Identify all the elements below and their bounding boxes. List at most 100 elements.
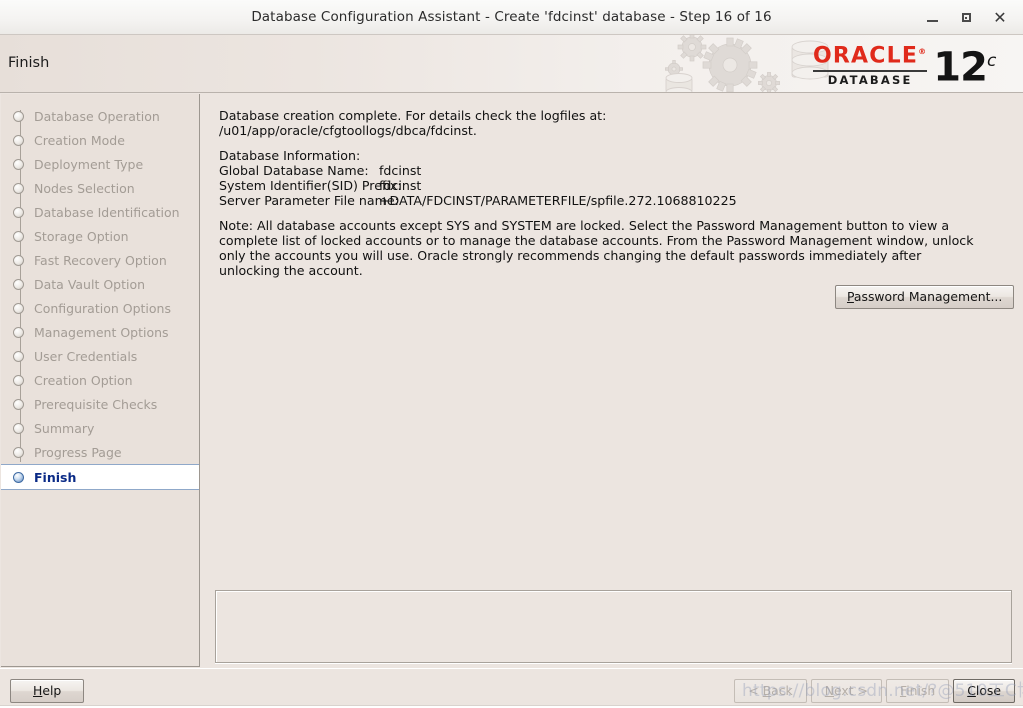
sidebar-step-progress-page[interactable]: Progress Page xyxy=(1,440,199,464)
step-dot-icon xyxy=(13,206,24,218)
step-dot-icon xyxy=(13,158,24,170)
finish-button: Finish xyxy=(885,679,950,703)
step-label: Summary xyxy=(34,420,95,436)
step-dot-icon xyxy=(13,471,24,483)
step-dot-icon xyxy=(13,254,24,266)
close-button[interactable]: ✕ xyxy=(983,3,1017,33)
step-dot-icon xyxy=(13,278,24,290)
back-prefix: < xyxy=(748,683,763,698)
step-label: Creation Mode xyxy=(34,132,125,148)
step-dot-icon xyxy=(13,110,24,122)
step-dot-icon xyxy=(13,326,24,338)
oracle-logo: ORACLE® DATABASE 12c xyxy=(813,41,1013,87)
step-label: Data Vault Option xyxy=(34,276,146,292)
window-title: Database Configuration Assistant - Creat… xyxy=(251,9,772,25)
password-management-button-wrapper: Password Management... xyxy=(835,285,1015,309)
password-management-button[interactable]: Password Management... xyxy=(835,285,1015,309)
step-dot-icon xyxy=(13,350,24,362)
info-label: Global Database Name: xyxy=(219,163,369,178)
step-label: Deployment Type xyxy=(34,156,144,172)
step-dot-icon xyxy=(13,374,24,386)
next-label: ext > xyxy=(834,683,868,698)
info-value: +DATA/FDCINST/PARAMETERFILE/spfile.272.1… xyxy=(379,193,737,208)
database-text: DATABASE xyxy=(827,72,913,87)
sidebar-step-management-options[interactable]: Management Options xyxy=(1,320,199,344)
password-note-paragraph: Note: All database accounts except SYS a… xyxy=(219,218,974,278)
step-label: Database Identification xyxy=(34,204,180,220)
step-dot-icon xyxy=(13,302,24,314)
main-content: Database creation complete. For details … xyxy=(207,94,1023,667)
step-label: Nodes Selection xyxy=(34,180,135,196)
sidebar-step-deployment-type[interactable]: Deployment Type xyxy=(1,152,199,176)
step-label: Storage Option xyxy=(34,228,129,244)
window-titlebar: Database Configuration Assistant - Creat… xyxy=(0,0,1023,35)
trademark-icon: ® xyxy=(918,47,928,57)
finish-label: inish xyxy=(906,683,936,698)
completion-line-2: /u01/app/oracle/cfgtoollogs/dbca/fdcinst… xyxy=(219,123,477,138)
back-button: < Back xyxy=(734,679,807,703)
step-label: Management Options xyxy=(34,324,169,340)
info-label: Server Parameter File name: xyxy=(219,193,399,208)
page-header: Finish ORACLE® DATABASE 12c xyxy=(0,35,1023,93)
info-row-sid-prefix: System Identifier(SID) Prefix:fdcinst xyxy=(219,178,1009,193)
maximize-button[interactable] xyxy=(949,3,983,33)
sidebar-step-finish[interactable]: Finish xyxy=(1,464,199,490)
step-dot-icon xyxy=(13,446,24,458)
sidebar-step-database-operation[interactable]: Database Operation xyxy=(1,104,199,128)
step-dot-icon xyxy=(13,398,24,410)
dbca-window: Database Configuration Assistant - Creat… xyxy=(0,0,1023,708)
next-mnemonic: N xyxy=(824,683,835,698)
version-badge: 12c xyxy=(933,44,997,91)
step-label: User Credentials xyxy=(34,348,138,364)
sidebar-step-creation-option[interactable]: Creation Option xyxy=(1,368,199,392)
password-management-label: assword Management... xyxy=(853,289,1003,304)
sidebar-step-configuration-options[interactable]: Configuration Options xyxy=(1,296,199,320)
back-label: ack xyxy=(771,683,793,698)
step-label: Progress Page xyxy=(34,444,122,460)
info-value: fdcinst xyxy=(379,163,422,178)
step-label: Finish xyxy=(34,469,77,485)
finish-message-block: Database creation complete. For details … xyxy=(219,108,1009,288)
sidebar-step-nodes-selection[interactable]: Nodes Selection xyxy=(1,176,199,200)
step-dot-icon xyxy=(13,422,24,434)
sidebar-step-user-credentials[interactable]: User Credentials xyxy=(1,344,199,368)
sidebar-step-storage-option[interactable]: Storage Option xyxy=(1,224,199,248)
step-label: Configuration Options xyxy=(34,300,171,316)
step-dot-icon xyxy=(13,230,24,242)
oracle-brand: ORACLE® DATABASE 12c xyxy=(658,35,1023,92)
minimize-button[interactable] xyxy=(915,3,949,33)
help-button-wrapper: Help xyxy=(10,679,85,703)
database-information-block: Database Information: Global Database Na… xyxy=(219,148,1009,208)
logo-divider xyxy=(813,69,928,72)
step-dot-icon xyxy=(13,134,24,146)
info-value: fdcinst xyxy=(379,178,422,193)
oracle-wordmark: ORACLE® DATABASE xyxy=(813,41,928,87)
sidebar-step-creation-mode[interactable]: Creation Mode xyxy=(1,128,199,152)
sidebar-step-fast-recovery-option[interactable]: Fast Recovery Option xyxy=(1,248,199,272)
wizard-navigation-buttons: < Back Next > Finish Close xyxy=(734,679,1015,703)
step-dot-icon xyxy=(13,182,24,194)
log-output-panel[interactable] xyxy=(215,590,1012,663)
step-label: Fast Recovery Option xyxy=(34,252,167,268)
sidebar-step-prerequisite-checks[interactable]: Prerequisite Checks xyxy=(1,392,199,416)
dialog-footer: Help < Back Next > Finish Close xyxy=(0,668,1023,708)
step-label: Creation Option xyxy=(34,372,133,388)
close-icon: ✕ xyxy=(993,7,1007,27)
step-list: Database Operation Creation Mode Deploym… xyxy=(1,94,199,490)
minimize-icon xyxy=(926,20,938,22)
step-label: Prerequisite Checks xyxy=(34,396,158,412)
sidebar-step-database-identification[interactable]: Database Identification xyxy=(1,200,199,224)
wizard-steps-sidebar: Database Operation Creation Mode Deploym… xyxy=(1,94,200,667)
help-button[interactable]: Help xyxy=(10,679,85,703)
info-row-global-database-name: Global Database Name: fdcinst xyxy=(219,163,1009,178)
sidebar-step-data-vault-option[interactable]: Data Vault Option xyxy=(1,272,199,296)
completion-line-1: Database creation complete. For details … xyxy=(219,108,607,123)
window-controls: ✕ xyxy=(915,0,1017,35)
completion-paragraph: Database creation complete. For details … xyxy=(219,108,1009,138)
sidebar-step-summary[interactable]: Summary xyxy=(1,416,199,440)
info-row-server-parameter-file: Server Parameter File name:+DATA/FDCINST… xyxy=(219,193,1009,208)
close-dialog-button[interactable]: Close xyxy=(953,679,1015,703)
next-button: Next > xyxy=(810,679,882,703)
password-management-mnemonic: P xyxy=(847,289,854,304)
info-label: System Identifier(SID) Prefix: xyxy=(219,178,402,193)
